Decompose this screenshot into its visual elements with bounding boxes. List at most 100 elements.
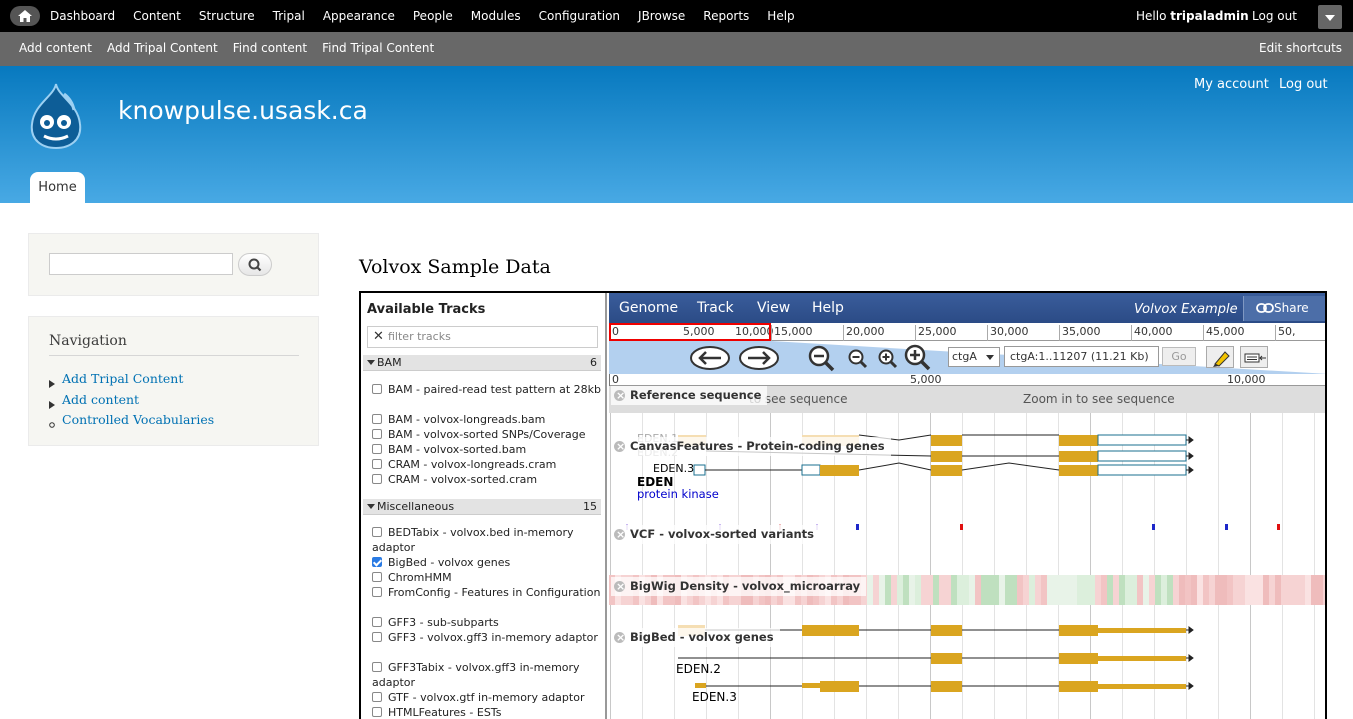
zoom-in-large-button[interactable]: [903, 343, 933, 376]
tab-home[interactable]: Home: [30, 172, 85, 203]
track-checkbox[interactable]: [372, 384, 382, 394]
admin-menu-structure[interactable]: Structure: [199, 9, 255, 23]
menu-help[interactable]: Help: [812, 300, 844, 316]
canvas-gene-models[interactable]: [609, 426, 1327, 486]
admin-logout-link[interactable]: Log out: [1252, 9, 1297, 23]
track-label-toggle-button[interactable]: [1240, 346, 1268, 368]
nav-item-controlled-vocabularies[interactable]: Controlled Vocabularies: [49, 412, 214, 433]
go-button[interactable]: Go: [1162, 347, 1196, 366]
tracks-area[interactable]: to see sequence Zoom in to see sequence …: [609, 386, 1327, 719]
admin-menu-tripal[interactable]: Tripal: [273, 9, 305, 23]
my-account-link[interactable]: My account: [1194, 77, 1269, 92]
pan-left-button[interactable]: [689, 345, 731, 374]
dataset-name[interactable]: Volvox Example: [1134, 302, 1238, 317]
site-name[interactable]: knowpulse.usask.ca: [118, 96, 368, 125]
track-name: CanvasFeatures - Protein-coding genes: [630, 439, 885, 453]
category-miscellaneous[interactable]: Miscellaneous 15: [363, 499, 601, 515]
track-item[interactable]: FromConfig - Features in Configuration: [372, 585, 602, 600]
track-item[interactable]: GFF3 - volvox.gff3 in-memory adaptor: [372, 630, 602, 645]
category-bam[interactable]: BAM 6: [363, 355, 601, 371]
track-item[interactable]: CRAM - volvox-longreads.cram: [372, 457, 602, 472]
track-item[interactable]: BEDTabix - volvox.bed in-memory adaptor: [372, 525, 602, 555]
track-checkbox[interactable]: [372, 707, 382, 717]
search-button[interactable]: [238, 253, 272, 276]
track-item[interactable]: BAM - volvox-sorted.bam: [372, 442, 602, 457]
shortcut-add-tripal-content[interactable]: Add Tripal Content: [107, 41, 218, 55]
location-input[interactable]: ctgA:1..11207 (11.21 Kb): [1004, 346, 1159, 367]
track-label-canvas-features[interactable]: CanvasFeatures - Protein-coding genes: [611, 437, 891, 456]
track-label: GFF3 - sub-subparts: [388, 616, 499, 629]
track-checkbox[interactable]: [372, 662, 382, 672]
nav-item-add-tripal-content[interactable]: Add Tripal Content: [49, 371, 214, 392]
page-title: Volvox Sample Data: [359, 256, 551, 278]
close-track-icon[interactable]: [614, 628, 625, 647]
overview-scale[interactable]: 0 5,000 10,000 15,000 20,000 25,000 30,0…: [609, 323, 1325, 341]
edit-shortcuts-link[interactable]: Edit shortcuts: [1259, 41, 1342, 55]
close-track-icon[interactable]: [614, 386, 625, 405]
track-item[interactable]: GFF3Tabix - volvox.gff3 in-memory adapto…: [372, 660, 602, 690]
track-label-bigbed[interactable]: BigBed - volvox genes: [611, 628, 780, 647]
username[interactable]: tripaladmin: [1170, 9, 1248, 23]
shortcut-find-content[interactable]: Find content: [233, 41, 307, 55]
clear-filter-icon[interactable]: ✕: [373, 327, 384, 347]
track-item[interactable]: BAM - volvox-longreads.bam: [372, 412, 602, 427]
menu-track[interactable]: Track: [697, 300, 734, 316]
shortcut-find-tripal-content[interactable]: Find Tripal Content: [322, 41, 434, 55]
track-label-reference-sequence[interactable]: Reference sequence: [611, 386, 768, 405]
track-checkbox[interactable]: [372, 444, 382, 454]
track-item[interactable]: CRAM - volvox-sorted.cram: [372, 472, 602, 487]
nav-item-add-content[interactable]: Add content: [49, 392, 214, 413]
detail-scale[interactable]: 0 5,000 10,000: [609, 374, 1325, 386]
share-button[interactable]: Share: [1243, 296, 1325, 321]
zoom-in-small-button[interactable]: [877, 348, 899, 373]
track-item[interactable]: BAM - volvox-sorted SNPs/Coverage: [372, 427, 602, 442]
overview-visible-region[interactable]: [609, 323, 771, 341]
track-item[interactable]: GTF - volvox.gtf in-memory adaptor: [372, 690, 602, 705]
drupal-logo-icon[interactable]: [24, 82, 88, 153]
zoom-out-large-button[interactable]: [807, 344, 837, 377]
close-track-icon[interactable]: [614, 525, 625, 544]
track-checkbox[interactable]: [372, 587, 382, 597]
admin-menu-modules[interactable]: Modules: [471, 9, 521, 23]
admin-menu-appearance[interactable]: Appearance: [323, 9, 395, 23]
zoom-out-small-button[interactable]: [847, 348, 869, 373]
admin-menu-people[interactable]: People: [413, 9, 453, 23]
track-item[interactable]: BigBed - volvox genes: [372, 555, 602, 570]
track-checkbox[interactable]: [372, 429, 382, 439]
track-checkbox[interactable]: [372, 474, 382, 484]
track-checkbox[interactable]: [372, 459, 382, 469]
reference-sequence-select[interactable]: ctgA: [948, 347, 1000, 367]
track-checkbox[interactable]: [372, 632, 382, 642]
track-item[interactable]: ChromHMM: [372, 570, 602, 585]
close-track-icon[interactable]: [614, 437, 625, 456]
admin-menu-configuration[interactable]: Configuration: [539, 9, 620, 23]
track-label-vcf[interactable]: VCF - volvox-sorted variants: [611, 525, 821, 544]
filter-tracks-input[interactable]: ✕ filter tracks: [367, 326, 598, 348]
track-name: BigBed - volvox genes: [630, 630, 774, 644]
track-item[interactable]: HTMLFeatures - ESTs: [372, 705, 602, 719]
pan-right-button[interactable]: [738, 345, 780, 374]
highlight-button[interactable]: [1206, 346, 1234, 368]
track-checkbox[interactable]: [372, 617, 382, 627]
track-checkbox[interactable]: [372, 414, 382, 424]
track-item[interactable]: GFF3 - sub-subparts: [372, 615, 602, 630]
shortcut-add-content[interactable]: Add content: [19, 41, 92, 55]
admin-menu-content[interactable]: Content: [133, 9, 181, 23]
admin-menu-help[interactable]: Help: [767, 9, 794, 23]
header-logout-link[interactable]: Log out: [1279, 77, 1328, 92]
admin-menu-reports[interactable]: Reports: [703, 9, 749, 23]
track-item[interactable]: BAM - paired-read test pattern at 28kb: [372, 382, 602, 397]
admin-menu-jbrowse[interactable]: JBrowse: [638, 9, 685, 23]
admin-menu-dashboard[interactable]: Dashboard: [50, 9, 115, 23]
shortcuts-toggle-button[interactable]: [1318, 5, 1342, 29]
menu-genome[interactable]: Genome: [619, 300, 678, 316]
track-checkbox[interactable]: [372, 692, 382, 702]
track-checkbox[interactable]: [372, 527, 382, 537]
track-label-bigwig[interactable]: BigWig Density - volvox_microarray: [611, 577, 867, 596]
search-input[interactable]: [49, 253, 233, 275]
track-checkbox-checked[interactable]: [372, 557, 382, 567]
close-track-icon[interactable]: [614, 577, 625, 596]
menu-view[interactable]: View: [757, 300, 790, 316]
home-icon[interactable]: [10, 6, 40, 26]
track-checkbox[interactable]: [372, 572, 382, 582]
